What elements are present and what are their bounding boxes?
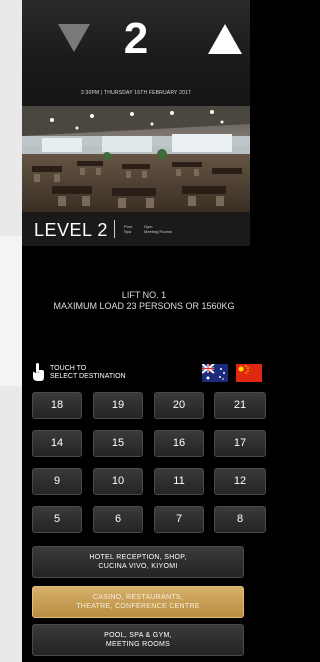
lift-max-load: MAXIMUM LOAD 23 PERSONS OR 1560KG [53,301,235,311]
floor-button-17[interactable]: 17 [214,430,266,457]
floor-button-14[interactable]: 14 [32,430,82,457]
touch-instruction-row: TOUCH TO SELECT DESTINATION [22,360,266,386]
destination-line: CUCINA VIVO, KIYOMI [98,563,178,570]
australia-flag-icon[interactable] [202,364,228,382]
level-amenities-col1: Pool Spa [124,224,132,234]
left-panel-top [0,0,22,236]
floor-button-16[interactable]: 16 [154,430,204,457]
amenity-spa: Spa [124,229,132,234]
amenity-meeting-rooms: Meeting Rooms [144,229,173,234]
destination-casino-button[interactable]: CASINO, RESTAURANTS, THEATRE, CONFERENCE… [32,586,244,618]
destination-line: HOTEL RECEPTION, SHOP, [89,554,187,561]
level-divider [114,220,115,238]
floor-button-11[interactable]: 11 [154,468,204,495]
floor-button-18[interactable]: 18 [32,392,82,419]
floor-button-12[interactable]: 12 [214,468,266,495]
floor-button-21[interactable]: 21 [214,392,266,419]
destination-line: MEETING ROOMS [105,641,171,648]
lift-capacity-info: LIFT NO. 1 MAXIMUM LOAD 23 PERSONS OR 15… [22,290,266,312]
china-flag-icon[interactable] [236,364,262,382]
floor-button-7[interactable]: 7 [154,506,204,533]
destination-hotel-reception-button[interactable]: HOTEL RECEPTION, SHOP, CUCINA VIVO, KIYO… [32,546,244,578]
arrow-up-icon [208,24,242,54]
touch-instruction: TOUCH TO SELECT DESTINATION [50,365,126,381]
floor-button-5[interactable]: 5 [32,506,82,533]
level-label: LEVEL 2 [34,220,108,240]
touch-line-2: SELECT DESTINATION [50,373,126,380]
left-panel-bottom [0,386,22,662]
touch-line-1: TOUCH TO [50,365,87,372]
left-panel-mid [0,236,22,386]
floor-button-15[interactable]: 15 [93,430,143,457]
destination-line: CASINO, RESTAURANTS, [92,594,184,601]
floor-button-19[interactable]: 19 [93,392,143,419]
floor-photo [22,106,250,212]
floor-button-20[interactable]: 20 [154,392,204,419]
lift-number: LIFT NO. 1 [121,290,167,300]
destination-line: POOL, SPA & GYM, [104,632,172,639]
hand-pointer-icon [33,363,44,381]
floor-button-8[interactable]: 8 [214,506,266,533]
destination-pool-spa-gym-button[interactable]: POOL, SPA & GYM, MEETING ROOMS [32,624,244,656]
level-amenities-col2: Gym Meeting Rooms [144,224,172,234]
floor-button-6[interactable]: 6 [93,506,143,533]
floor-button-10[interactable]: 10 [93,468,143,495]
level-info-bar: LEVEL 2 Pool Spa Gym Meeting Rooms [22,212,250,246]
floor-button-9[interactable]: 9 [32,468,82,495]
floor-indicator-header: 2 2:30PM | THURSDAY 16TH FEBRUARY 2017 [22,0,250,106]
date-time: 2:30PM | THURSDAY 16TH FEBRUARY 2017 [80,90,192,96]
destination-line: THEATRE, CONFERENCE CENTRE [76,603,200,610]
